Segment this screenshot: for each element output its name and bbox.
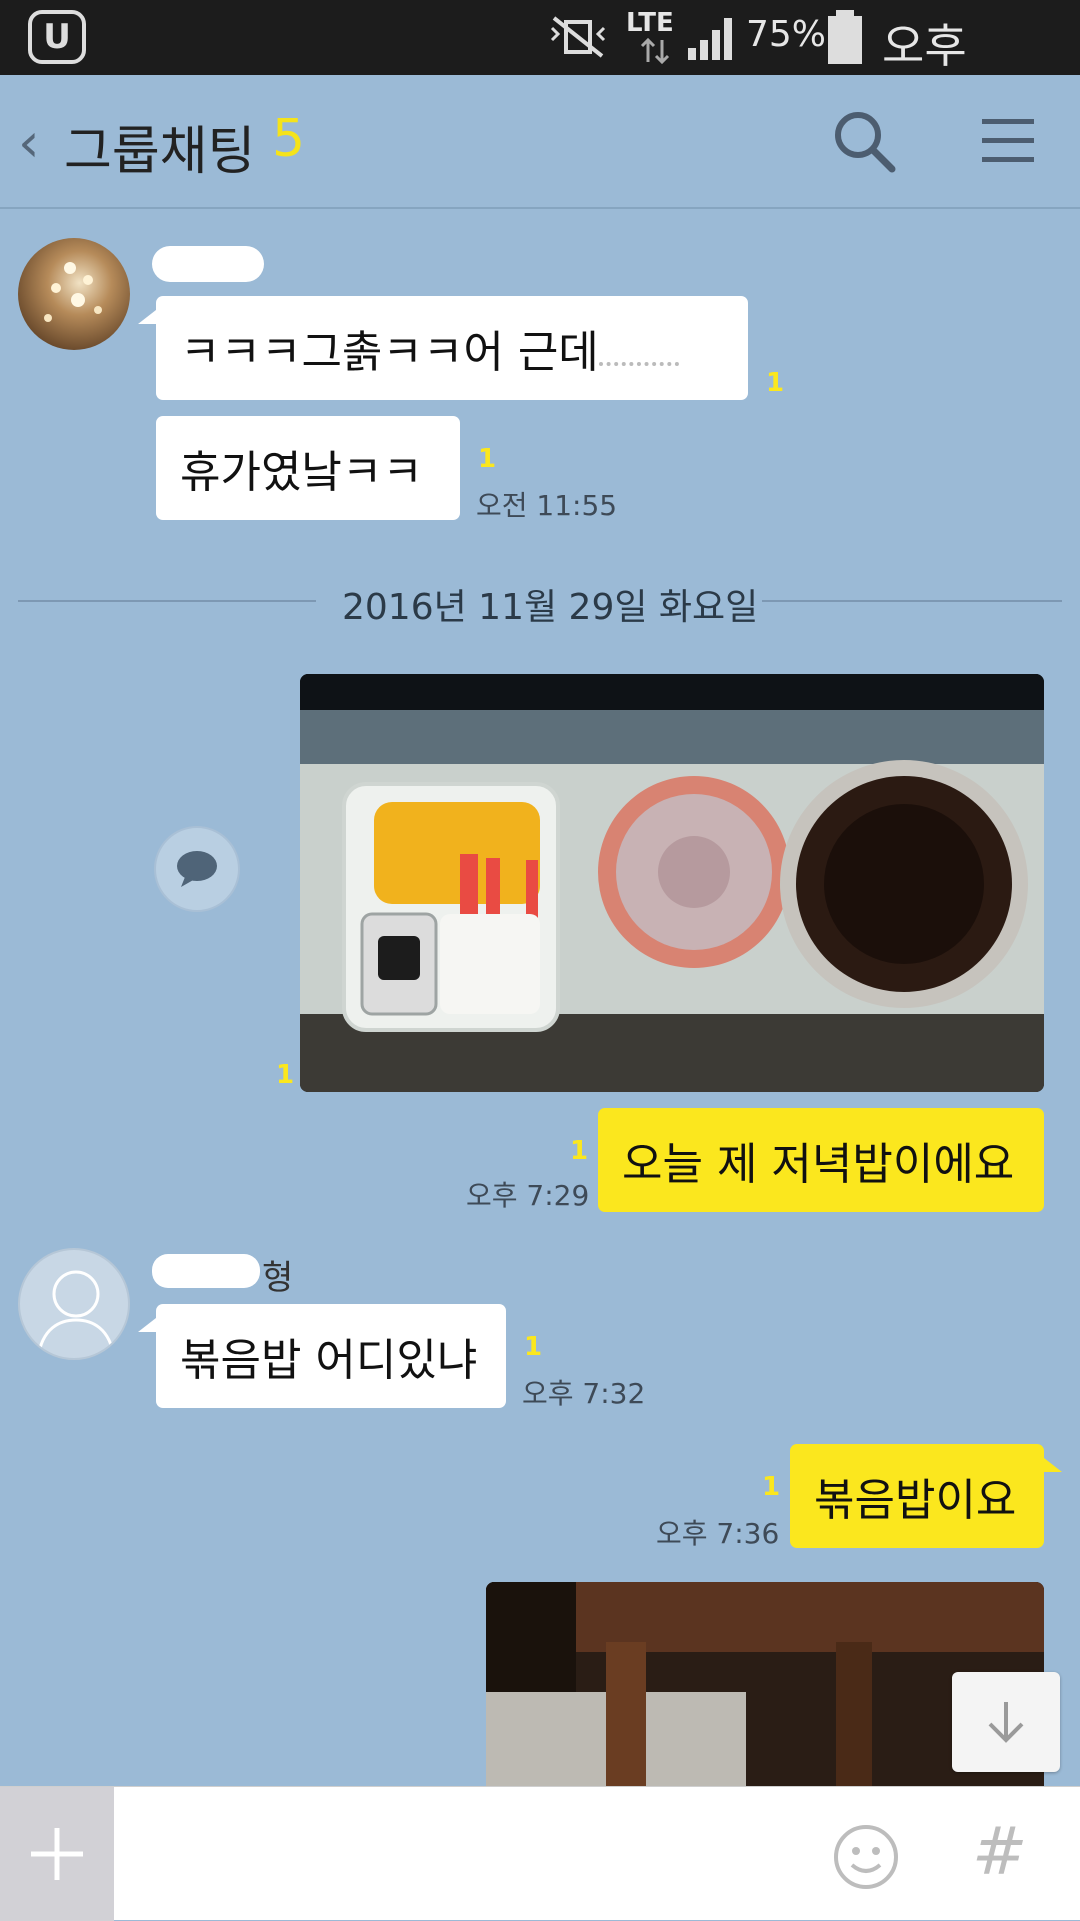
date-separator: 2016년 11월 29일 화요일 [342, 587, 759, 628]
input-bar: # [0, 1786, 1080, 1921]
message-text: 볶음밥이요 [814, 1475, 1017, 1526]
attach-button[interactable] [0, 1787, 114, 1921]
message-time: 오후 7:29 [466, 1179, 590, 1212]
divider [18, 600, 316, 602]
sender-name-redacted [152, 246, 264, 282]
member-count: 5 [272, 109, 306, 169]
carrier-logo-icon: U [28, 10, 86, 64]
back-chevron-icon[interactable]: ‹ [18, 111, 40, 174]
battery-icon [828, 10, 862, 64]
comment-icon [177, 851, 217, 887]
unread-count: 1 [478, 444, 497, 474]
hash-icon[interactable]: # [972, 1813, 1027, 1890]
message-bubble[interactable]: 오늘 제 저녁밥이에요 [598, 1108, 1044, 1212]
redacted-text [598, 330, 679, 366]
message-input[interactable] [130, 1807, 790, 1901]
search-icon[interactable] [826, 103, 902, 179]
unread-count: 1 [276, 1060, 295, 1090]
unread-count: 1 [570, 1136, 589, 1166]
comment-button[interactable] [154, 826, 240, 912]
message-text: 오늘 제 저녁밥이에요 [622, 1139, 1015, 1190]
bubble-tail [1044, 1458, 1062, 1472]
data-arrows-icon [640, 38, 670, 64]
chat-header: ‹ 그룹채팅 5 [0, 75, 1080, 209]
sender-name: 형 [262, 1258, 294, 1298]
emoji-icon[interactable] [832, 1823, 900, 1891]
sender-name-redacted [152, 1254, 260, 1288]
battery-percent: 75% [746, 14, 827, 55]
message-time: 오후 7:36 [656, 1517, 780, 1550]
message-time: 오후 7:32 [522, 1377, 646, 1410]
message-bubble[interactable]: 휴가였낰ㅋㅋ [156, 416, 460, 520]
message-time: 오전 11:55 [476, 489, 618, 522]
menu-icon[interactable] [970, 103, 1046, 179]
message-bubble[interactable]: ㅋㅋㅋ그촑ㅋㅋ어 근데 [156, 296, 748, 400]
chat-room-title[interactable]: 그룹채팅 [64, 109, 255, 184]
message-text: ㅋㅋㅋ그촑ㅋㅋ어 근데 [180, 327, 599, 378]
plus-icon [31, 1828, 83, 1880]
signal-icon [688, 18, 732, 60]
divider [762, 600, 1062, 602]
message-text: 휴가였낰ㅋㅋ [180, 447, 423, 498]
photo-message-dinner[interactable] [300, 674, 1044, 1092]
unread-count: 1 [766, 368, 785, 398]
message-text: 볶음밥 어디있냐 [180, 1335, 478, 1386]
bubble-tail [138, 1318, 156, 1332]
default-profile-icon [36, 1270, 116, 1358]
message-bubble[interactable]: 볶음밥 어디있냐 [156, 1304, 506, 1408]
unread-count: 1 [762, 1472, 781, 1502]
arrow-down-icon [988, 1702, 1024, 1743]
vibrate-mute-icon [550, 16, 606, 58]
avatar[interactable] [18, 238, 130, 350]
status-bar: U LTE 75% 오후 9:18 [0, 0, 1080, 130]
unread-count: 1 [524, 1332, 543, 1362]
dinner-photo [300, 674, 1044, 1092]
avatar[interactable] [18, 1248, 130, 1360]
avatar-photo [44, 262, 102, 322]
network-type: LTE [626, 8, 674, 38]
bubble-tail [138, 310, 156, 324]
message-bubble[interactable]: 볶음밥이요 [790, 1444, 1044, 1548]
scroll-down-button[interactable] [952, 1672, 1060, 1772]
